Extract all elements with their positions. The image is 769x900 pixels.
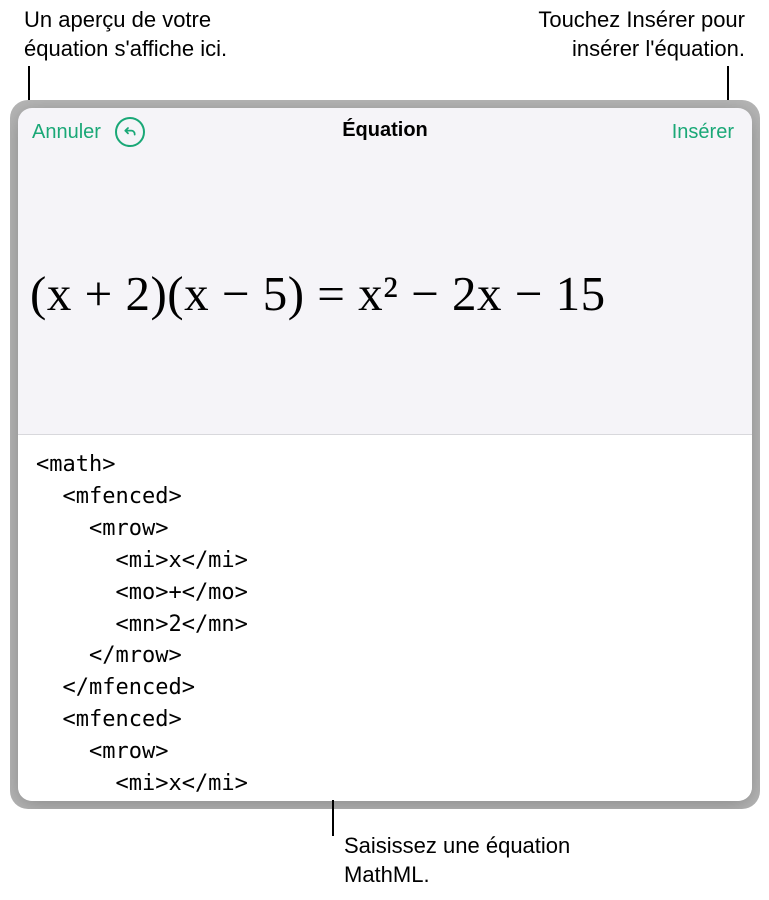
- callout-text: insérer l'équation.: [538, 35, 745, 64]
- callout-preview: Un aperçu de votre équation s'affiche ic…: [24, 6, 227, 63]
- callout-text: MathML.: [344, 861, 570, 890]
- dialog-title: Équation: [342, 119, 428, 142]
- callout-mathml: Saisissez une équation MathML.: [344, 832, 570, 889]
- cancel-button[interactable]: Annuler: [32, 121, 101, 144]
- equation-dialog: Annuler Équation Insérer (x + 2)(x − 5) …: [18, 108, 752, 801]
- leader-line: [332, 800, 334, 836]
- header-left-group: Annuler: [32, 108, 145, 156]
- callout-text: Touchez Insérer pour: [538, 6, 745, 35]
- equation-preview-area: (x + 2)(x − 5) = x² − 2x − 15: [18, 152, 752, 434]
- callout-text: Saisissez une équation: [344, 832, 570, 861]
- callout-insert: Touchez Insérer pour insérer l'équation.: [538, 6, 745, 63]
- device-frame: Annuler Équation Insérer (x + 2)(x − 5) …: [10, 100, 760, 809]
- undo-icon[interactable]: [115, 117, 145, 147]
- insert-button[interactable]: Insérer: [672, 121, 734, 144]
- equation-preview: (x + 2)(x − 5) = x² − 2x − 15: [30, 265, 606, 322]
- mathml-input[interactable]: <math> <mfenced> <mrow> <mi>x</mi> <mo>+…: [18, 434, 752, 801]
- header-right-group: Insérer: [672, 108, 734, 156]
- callout-text: équation s'affiche ici.: [24, 35, 227, 64]
- callout-text: Un aperçu de votre: [24, 6, 227, 35]
- dialog-header: Annuler Équation Insérer: [18, 108, 752, 152]
